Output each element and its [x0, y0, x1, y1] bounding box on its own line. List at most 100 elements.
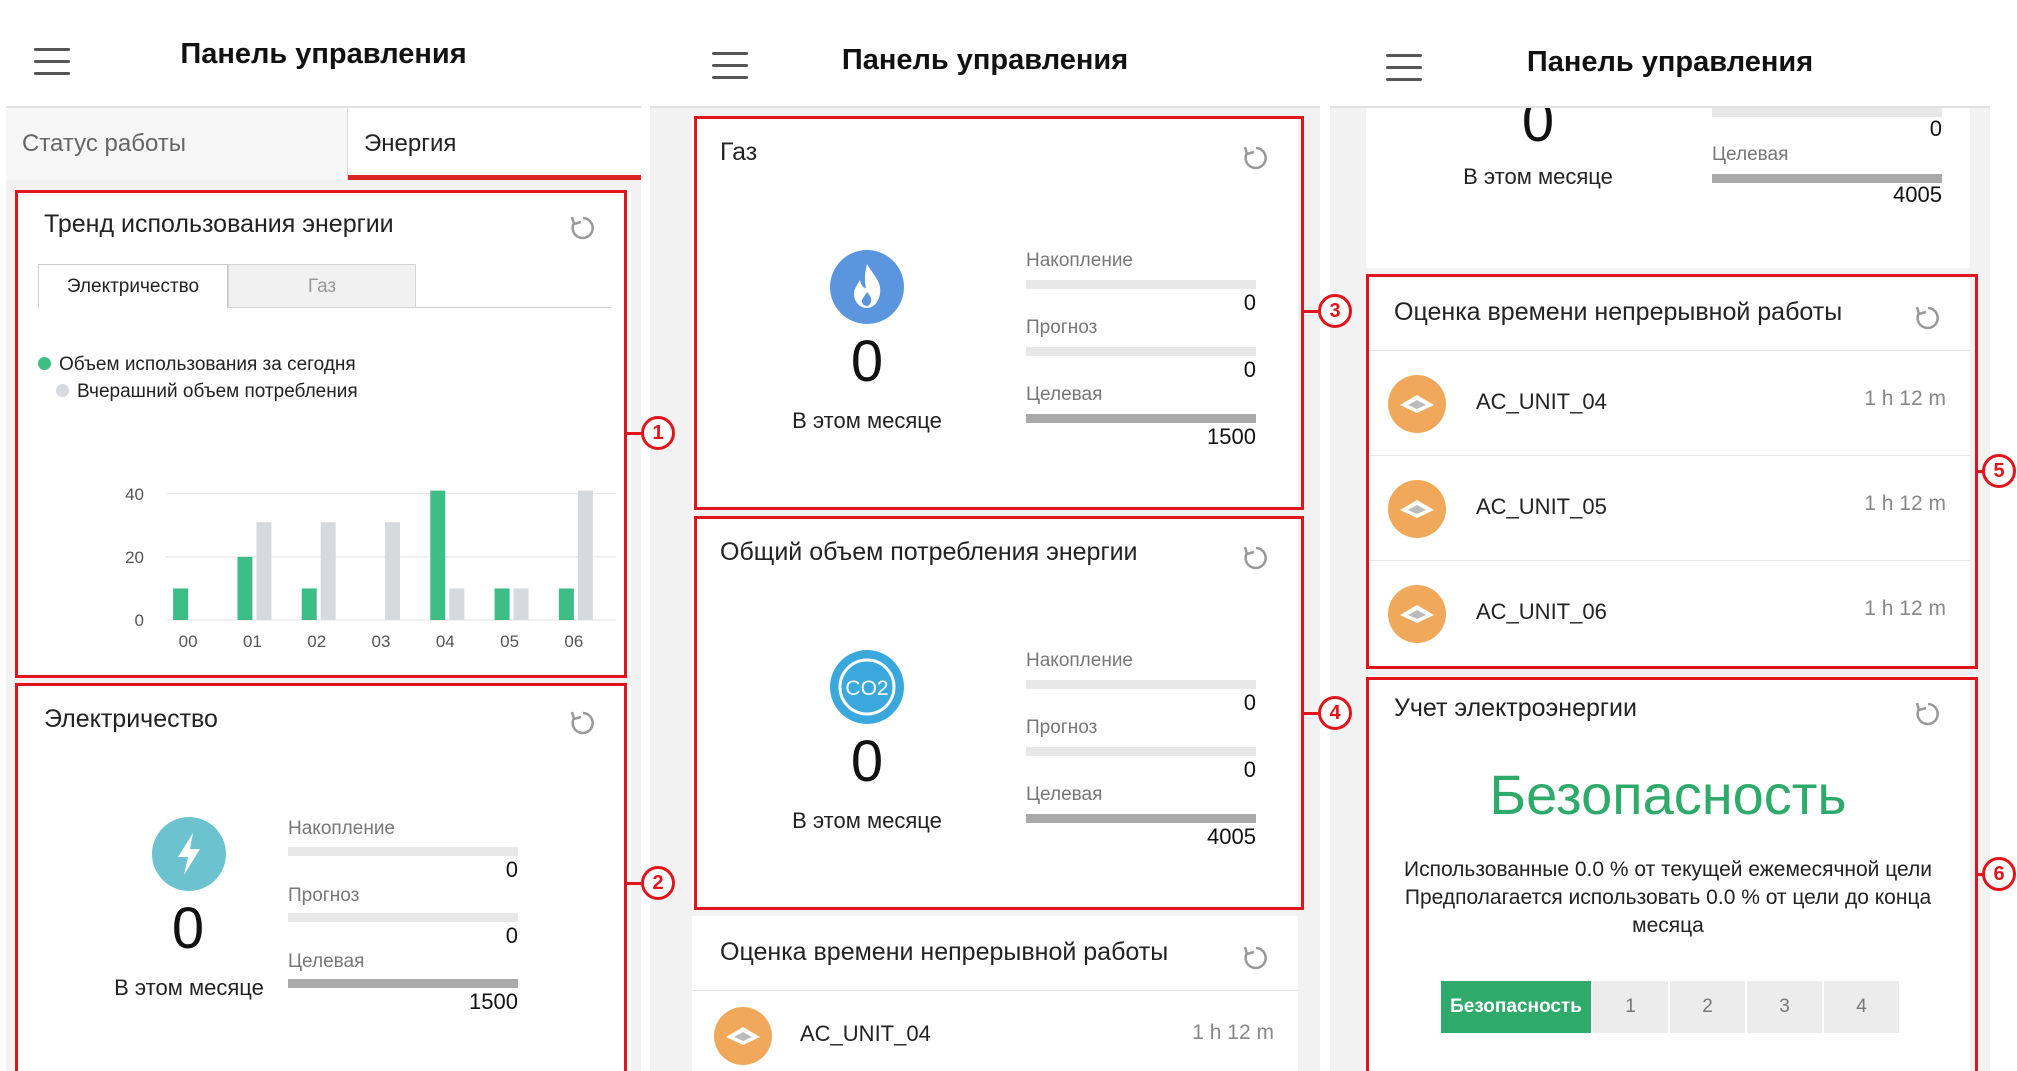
refresh-icon[interactable] [569, 709, 597, 737]
unit-name: AC_UNIT_06 [1476, 599, 1607, 624]
main-tabs: Статус работы Энергия [6, 108, 641, 180]
accum-value: 0 [1243, 290, 1256, 315]
card-title: Газ [720, 138, 758, 166]
level-2: 2 [1670, 981, 1745, 1033]
accum-bar [288, 847, 518, 856]
legend-yesterday-label: Вчерашний объем потребления [77, 381, 358, 402]
forecast-label: Прогноз [288, 885, 360, 906]
level-safe: Безопасность [1441, 981, 1591, 1033]
unit-name: AC_UNIT_04 [800, 1021, 931, 1046]
y-tick-label: 40 [125, 485, 144, 504]
card-title: Электричество [44, 705, 218, 733]
usage-line-2: Предполагается использовать 0.0 % от цел… [1404, 886, 1932, 909]
forecast-bar [1026, 347, 1256, 356]
y-tick-label: 20 [125, 548, 144, 567]
card-title: Общий объем потребления энергии [720, 538, 1138, 566]
unit-time: 1 h 12 m [1192, 1021, 1274, 1044]
accum-value: 0 [1929, 116, 1942, 141]
bar [430, 490, 446, 620]
legend-yesterday: Вчерашний объем потребления [56, 381, 358, 403]
target-bar [1026, 814, 1256, 823]
bar [320, 522, 336, 620]
screen-2: Панель управления Газ 0 В этом месяце На… [650, 0, 1320, 1071]
subtab-gas[interactable]: Газ [228, 264, 416, 308]
electricity-card: Электричество 0 В этом месяце Накопление… [16, 685, 631, 1071]
card-title: Оценка времени непрерывной работы [720, 938, 1169, 966]
list-item[interactable]: AC_UNIT_06 1 h 12 m [1366, 561, 1970, 666]
target-value: 4005 [1207, 824, 1256, 849]
list-item[interactable]: AC_UNIT_04 1 h 12 m [692, 991, 1298, 1071]
refresh-icon[interactable] [1914, 700, 1942, 728]
co2-icon: CO2 [830, 650, 904, 724]
runtime-card: Оценка времени непрерывной работы AC_UNI… [1366, 276, 1970, 666]
month-value: 0 [850, 329, 884, 394]
app-title: Панель управления [841, 44, 1129, 76]
tab-energy[interactable]: Энергия [348, 108, 641, 180]
refresh-icon[interactable] [1914, 304, 1942, 332]
energy-metering-card: Учет электроэнергии Безопасность Использ… [1366, 676, 1970, 1071]
bar [558, 588, 574, 620]
x-tick-label: 02 [307, 632, 326, 651]
refresh-icon[interactable] [569, 214, 597, 242]
bar [494, 588, 510, 620]
legend-today: Объем использования за сегодня [38, 354, 356, 376]
level-4: 4 [1824, 981, 1899, 1033]
callout-6: 6 [1982, 857, 2016, 891]
target-label: Целевая [288, 951, 365, 972]
ac-unit-icon [1388, 585, 1446, 643]
runtime-card-partial: Оценка времени непрерывной работы AC_UNI… [692, 916, 1298, 1071]
list-item[interactable]: AC_UNIT_05 1 h 12 m [1366, 456, 1970, 561]
unit-name: AC_UNIT_05 [1476, 494, 1607, 519]
unit-name: AC_UNIT_04 [1476, 389, 1607, 414]
bar [301, 588, 317, 620]
month-value: 0 [850, 729, 884, 794]
list-item[interactable]: AC_UNIT_04 1 h 12 m [1366, 351, 1970, 456]
screen-1: Панель управления Статус работы Энергия … [6, 0, 641, 1071]
x-tick-label: 01 [243, 632, 262, 651]
subtab-underline [416, 307, 611, 308]
legend-dot-yesterday [56, 384, 69, 397]
usage-line-1: Использованные 0.0 % от текущей ежемесяч… [1403, 858, 1933, 881]
target-label: Целевая [1026, 384, 1103, 405]
refresh-icon[interactable] [1242, 544, 1270, 572]
flame-icon [830, 250, 904, 324]
ac-unit-icon [1388, 375, 1446, 433]
unit-time: 1 h 12 m [1864, 387, 1946, 410]
forecast-bar [288, 913, 518, 922]
month-caption: В этом месяце [792, 408, 942, 433]
bar [577, 490, 593, 620]
card-title: Оценка времени непрерывной работы [1394, 298, 1843, 326]
target-label: Целевая [1712, 144, 1789, 165]
accum-label: Накопление [1026, 250, 1133, 271]
callout-line-2 [627, 882, 641, 885]
x-tick-label: 03 [372, 632, 391, 651]
ac-unit-icon [714, 1007, 772, 1065]
accum-label: Накопление [1026, 650, 1133, 671]
target-bar [288, 979, 518, 988]
app-bar: Панель управления [1330, 0, 1990, 108]
app-title: Панель управления [1526, 46, 1814, 78]
callout-line-3 [1304, 310, 1318, 313]
screen-3: 0 В этом месяце 0 Целевая 4005 Панель уп… [1330, 0, 1990, 1071]
x-tick-label: 00 [179, 632, 198, 651]
bar [237, 556, 253, 620]
bar [385, 522, 400, 620]
refresh-icon[interactable] [1242, 144, 1270, 172]
target-value: 1500 [1207, 424, 1256, 449]
callout-1: 1 [641, 416, 675, 450]
screenshot-stage: Панель управления Статус работы Энергия … [0, 0, 2017, 1071]
refresh-icon[interactable] [1242, 944, 1270, 972]
unit-time: 1 h 12 m [1864, 492, 1946, 515]
accum-label: Накопление [288, 818, 395, 839]
x-tick-label: 06 [564, 632, 583, 651]
tab-status[interactable]: Статус работы [6, 108, 348, 180]
usage-summary: Использованные 0.0 % от текущей ежемесяч… [1366, 856, 1970, 940]
forecast-value: 0 [1243, 357, 1256, 382]
subtab-electricity[interactable]: Электричество [38, 264, 228, 308]
target-value: 4005 [1893, 182, 1942, 207]
unit-time: 1 h 12 m [1864, 597, 1946, 620]
callout-5: 5 [1982, 454, 2016, 488]
app-bar: Панель управления [6, 0, 641, 108]
callout-line-1 [627, 432, 641, 435]
level-scale: Безопасность 1 2 3 4 [1441, 981, 1901, 1033]
